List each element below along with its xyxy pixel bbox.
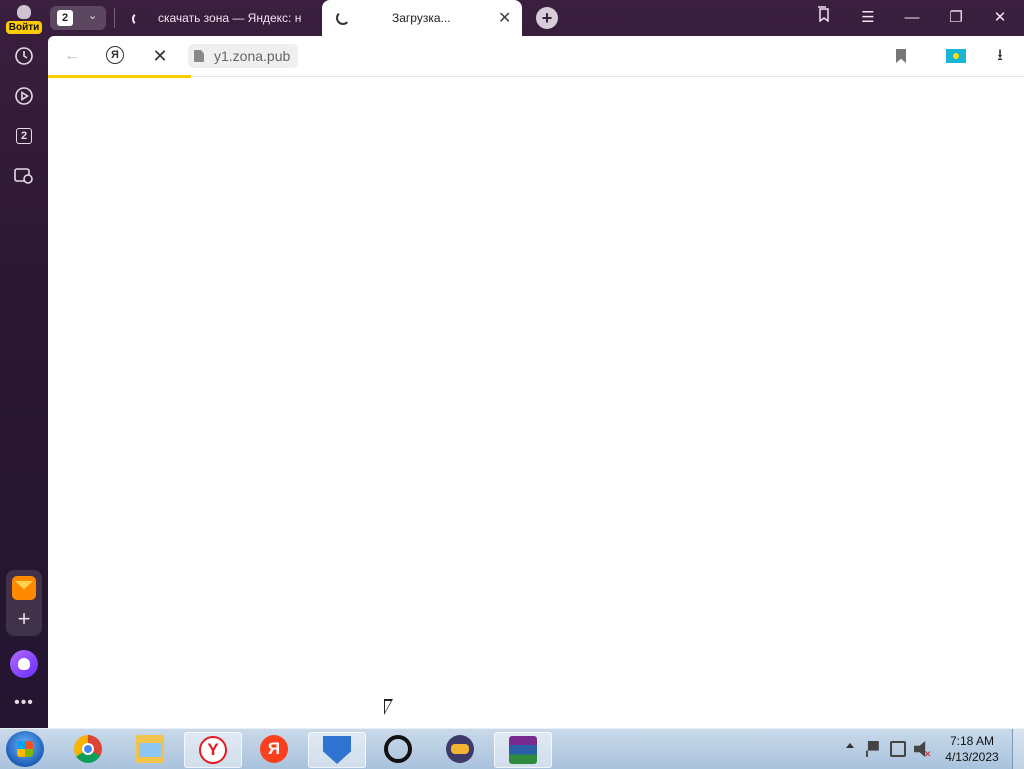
kazakhstan-flag-icon[interactable] [946, 49, 966, 63]
loading-spinner-icon [132, 12, 146, 26]
play-icon [15, 87, 33, 105]
alice-assistant-icon[interactable] [10, 650, 38, 678]
taskbar: Y Я ✕ 7:18 AM 4/13/2023 [0, 728, 1024, 769]
hamburger-icon: ☰ [861, 9, 875, 26]
video-button[interactable] [8, 80, 40, 112]
minimize-icon: — [904, 9, 920, 26]
tabs-count-icon: 2 [16, 128, 32, 144]
login-button[interactable]: Войти [4, 2, 44, 34]
action-center-flag-icon[interactable] [866, 741, 879, 757]
taskbar-ring-app[interactable] [370, 732, 426, 766]
mail-icon[interactable] [12, 576, 36, 600]
bookmarks-panel-icon [818, 6, 829, 23]
yandex-logo-icon: Я [106, 46, 124, 64]
network-icon[interactable] [890, 741, 906, 757]
windows-logo-icon [17, 741, 33, 757]
tab-search[interactable]: скачать зона — Яндекс: н [126, 0, 322, 36]
shield-icon [323, 736, 351, 764]
back-button[interactable]: ← [60, 44, 84, 68]
new-tab-button[interactable]: + [536, 7, 558, 29]
menu-button[interactable]: ☰ [856, 6, 880, 30]
yandex-browser-icon: Y [199, 736, 227, 764]
yandex-home-button[interactable]: Я [104, 44, 128, 68]
tab-count-button[interactable]: 2 ⌄ [50, 6, 106, 30]
system-clock[interactable]: 7:18 AM 4/13/2023 [936, 733, 1008, 765]
taskbar-shield-app[interactable] [308, 732, 366, 768]
user-avatar-icon [17, 5, 31, 19]
address-toolbar: ← Я ✕ y1.zona.pub ⭳ [48, 36, 1024, 78]
page-content: ← Я ✕ y1.zona.pub ⭳ [48, 36, 1024, 728]
mute-x-icon: ✕ [924, 749, 932, 759]
chevron-down-icon: ⌄ [88, 10, 98, 22]
screenshot-button[interactable] [8, 160, 40, 192]
ring-icon [384, 735, 412, 763]
bookmark-icon[interactable] [896, 49, 906, 63]
tabs-overview-button[interactable]: 2 [8, 120, 40, 152]
page-info-icon[interactable] [194, 50, 204, 62]
mouse-cursor-icon [384, 699, 393, 715]
taskbar-winrar[interactable] [494, 732, 552, 768]
yandex-icon: Я [260, 735, 288, 763]
winrar-icon [509, 736, 537, 764]
taskbar-explorer[interactable] [122, 732, 178, 766]
collections-button[interactable] [812, 6, 836, 30]
clock-date: 4/13/2023 [945, 750, 999, 764]
folder-icon [136, 735, 164, 763]
tab-title: Загрузка... [392, 11, 451, 25]
loading-progress-bar [48, 75, 191, 78]
history-button[interactable] [8, 40, 40, 72]
sidebar: Войти 2 + ••• [0, 0, 48, 728]
browser-window: Войти 2 + ••• 2 ⌄ скачать зона — Яндекс:… [0, 0, 1024, 728]
add-panel-button[interactable]: + [12, 608, 36, 632]
login-label: Войти [6, 21, 42, 34]
taskbar-yandex-browser[interactable]: Y [184, 732, 242, 768]
more-icon[interactable]: ••• [8, 694, 40, 714]
tab-strip: 2 ⌄ скачать зона — Яндекс: н Загрузка...… [48, 0, 1024, 36]
restore-button[interactable]: ❐ [944, 6, 968, 30]
taskbar-chrome[interactable] [60, 732, 116, 766]
close-window-button[interactable]: ✕ [988, 6, 1012, 30]
show-desktop-button[interactable] [1012, 729, 1024, 769]
clock-time: 7:18 AM [949, 734, 995, 748]
tab-separator [114, 8, 115, 28]
loading-spinner-icon [336, 11, 350, 25]
start-button[interactable] [6, 731, 44, 767]
close-icon: ✕ [152, 46, 168, 66]
restore-icon: ❐ [949, 9, 963, 26]
clock-icon [15, 47, 33, 65]
minimize-button[interactable]: — [900, 6, 924, 30]
tab-active[interactable]: Загрузка... ✕ [322, 0, 522, 36]
download-icon: ⭳ [997, 47, 1003, 64]
taskbar-gamepad-app[interactable] [432, 732, 488, 766]
address-text: y1.zona.pub [214, 48, 291, 64]
stop-loading-button[interactable]: ✕ [148, 44, 172, 68]
sidebar-panel: + [6, 570, 42, 636]
gamepad-icon [446, 735, 474, 763]
tab-count-badge: 2 [57, 10, 73, 26]
close-icon: ✕ [993, 9, 1007, 26]
chrome-icon [74, 735, 102, 763]
address-bar[interactable]: y1.zona.pub [188, 44, 299, 68]
arrow-left-icon: ← [64, 47, 80, 64]
tab-title: скачать зона — Яндекс: н [158, 11, 302, 25]
taskbar-yandex[interactable]: Я [246, 732, 302, 766]
show-hidden-icons-icon[interactable] [846, 743, 854, 748]
downloads-button[interactable]: ⭳ [988, 44, 1012, 68]
camera-icon [14, 168, 33, 184]
close-tab-icon[interactable]: ✕ [498, 8, 511, 28]
